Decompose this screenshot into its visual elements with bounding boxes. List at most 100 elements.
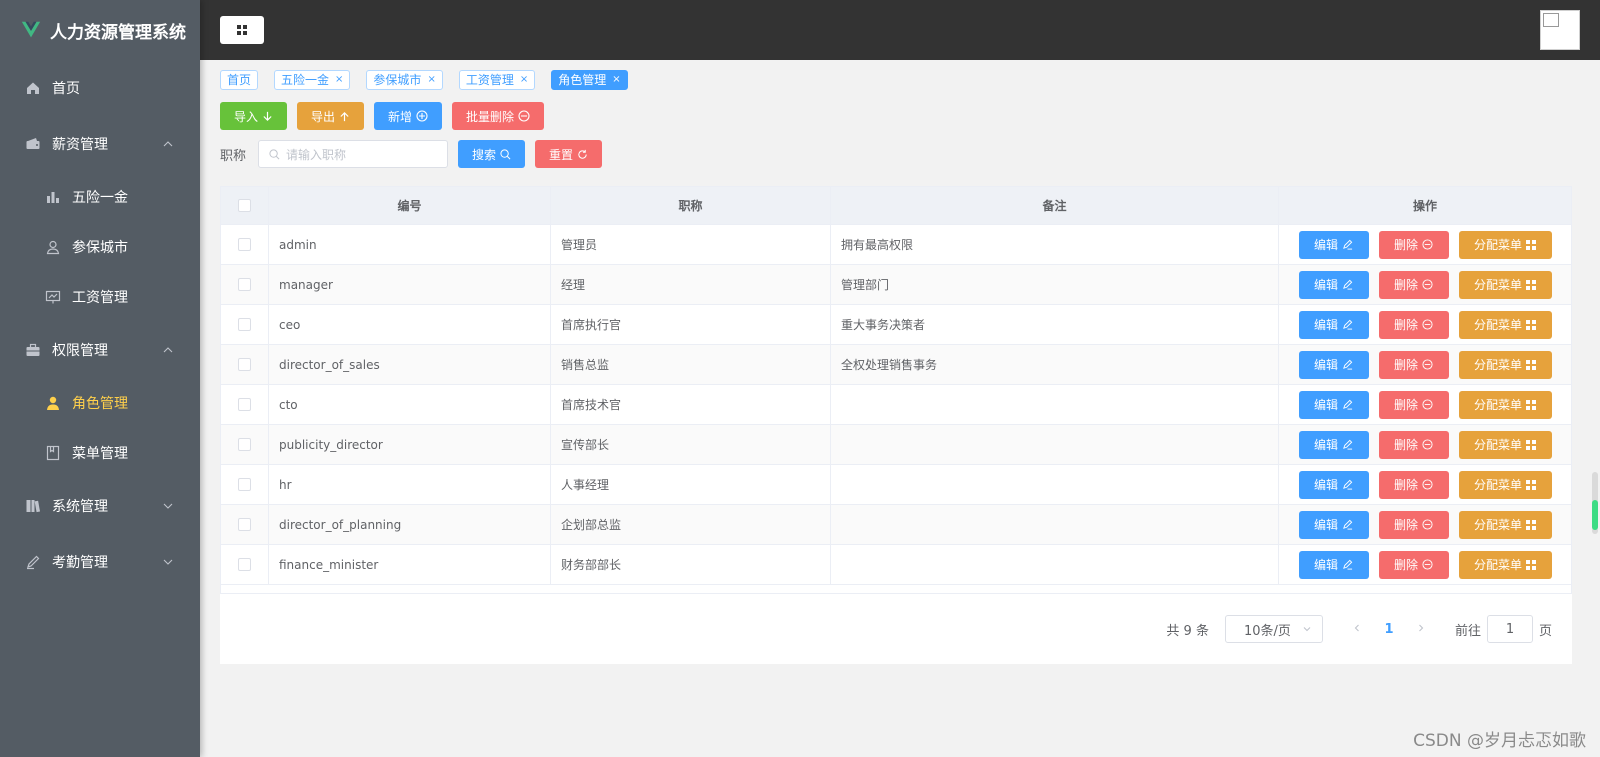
delete-button[interactable]: 删除 <box>1378 390 1449 419</box>
export-button[interactable]: 导出 <box>297 102 365 130</box>
sidebar-item-label: 系统管理 <box>52 499 108 515</box>
next-page-button[interactable] <box>1407 622 1435 637</box>
cell-ops: 编辑 删除 分配菜单 <box>1279 385 1571 424</box>
edit-button-label: 编辑 <box>1313 398 1338 412</box>
assign-menu-button[interactable]: 分配菜单 <box>1458 310 1552 339</box>
sidebar-item[interactable]: 系统管理 <box>0 478 200 534</box>
user-outline-icon <box>44 238 62 256</box>
sidebar-item[interactable]: 考勤管理 <box>0 534 200 590</box>
assign-menu-button[interactable]: 分配菜单 <box>1458 430 1552 459</box>
assign-menu-button[interactable]: 分配菜单 <box>1458 470 1552 499</box>
sidebar-item[interactable]: 五险一金 <box>0 172 200 222</box>
edit-icon <box>1343 559 1353 570</box>
wallet-icon <box>24 135 42 153</box>
delete-button[interactable]: 删除 <box>1378 230 1449 259</box>
close-icon[interactable]: × <box>520 71 528 89</box>
edit-button[interactable]: 编辑 <box>1298 310 1369 339</box>
search-icon <box>500 148 511 159</box>
edit-icon <box>1343 399 1353 410</box>
page-size-select[interactable]: 10条/页 <box>1224 615 1323 643</box>
add-button[interactable]: 新增 <box>374 102 443 130</box>
delete-button[interactable]: 删除 <box>1378 270 1449 299</box>
tag-label: 首页 <box>227 73 252 87</box>
tag-item[interactable]: 角色管理 × <box>551 70 628 90</box>
collapse-sidebar-button[interactable] <box>220 16 264 44</box>
tag-item[interactable]: 参保城市 × <box>366 70 443 90</box>
delete-button[interactable]: 删除 <box>1378 470 1449 499</box>
assign-menu-button[interactable]: 分配菜单 <box>1458 270 1552 299</box>
sidebar-item[interactable]: 工资管理 <box>0 272 200 322</box>
row-checkbox[interactable] <box>238 358 251 371</box>
assign-menu-button-label: 分配菜单 <box>1473 358 1522 372</box>
edit-button[interactable]: 编辑 <box>1298 430 1369 459</box>
edit-button[interactable]: 编辑 <box>1298 550 1369 579</box>
search-button[interactable]: 搜索 <box>458 140 526 168</box>
search-button-label: 搜索 <box>472 147 497 162</box>
page-scrollbar[interactable] <box>1592 472 1598 534</box>
edit-button[interactable]: 编辑 <box>1298 230 1369 259</box>
tag-label: 工资管理 <box>465 73 514 87</box>
row-checkbox[interactable] <box>238 558 251 571</box>
edit-button[interactable]: 编辑 <box>1298 510 1369 539</box>
title-search-input[interactable]: 请输入职称 <box>258 140 449 168</box>
assign-menu-button[interactable]: 分配菜单 <box>1458 350 1552 379</box>
row-checkbox[interactable] <box>238 238 251 251</box>
tag-item[interactable]: 五险一金 × <box>274 70 351 90</box>
edit-button[interactable]: 编辑 <box>1298 350 1369 379</box>
row-checkbox[interactable] <box>238 278 251 291</box>
prev-page-button[interactable] <box>1343 622 1371 637</box>
sidebar-item[interactable]: 权限管理 <box>0 322 200 378</box>
user-avatar[interactable] <box>1540 10 1580 50</box>
row-checkbox[interactable] <box>238 438 251 451</box>
row-checkbox[interactable] <box>238 518 251 531</box>
page-number-current[interactable]: 1 <box>1371 622 1407 637</box>
delete-button-label: 删除 <box>1393 238 1418 252</box>
row-select-cell <box>221 465 269 504</box>
sidebar-item-label: 首页 <box>52 81 80 97</box>
sidebar-item[interactable]: 角色管理 <box>0 378 200 428</box>
assign-menu-button[interactable]: 分配菜单 <box>1458 510 1552 539</box>
row-checkbox[interactable] <box>238 318 251 331</box>
edit-button[interactable]: 编辑 <box>1298 270 1369 299</box>
assign-menu-button[interactable]: 分配菜单 <box>1458 390 1552 419</box>
row-checkbox[interactable] <box>238 398 251 411</box>
close-icon[interactable]: × <box>612 71 620 89</box>
edit-button[interactable]: 编辑 <box>1298 470 1369 499</box>
scrollbar-thumb[interactable] <box>1592 500 1598 530</box>
goto-page-input[interactable]: 1 <box>1486 615 1533 643</box>
edit-button[interactable]: 编辑 <box>1298 390 1369 419</box>
delete-button[interactable]: 删除 <box>1378 550 1449 579</box>
sidebar-item[interactable]: 首页 <box>0 60 200 116</box>
circle-minus-icon <box>1422 359 1433 370</box>
select-all-checkbox[interactable] <box>238 199 251 212</box>
delete-button[interactable]: 删除 <box>1378 510 1449 539</box>
assign-menu-button-label: 分配菜单 <box>1473 238 1522 252</box>
delete-button[interactable]: 删除 <box>1378 310 1449 339</box>
tag-item[interactable]: 工资管理 × <box>458 70 536 90</box>
close-icon[interactable]: × <box>427 71 435 89</box>
toolbar: 导入 导出 新增 批量删除 <box>220 102 1580 130</box>
assign-menu-button[interactable]: 分配菜单 <box>1458 230 1552 259</box>
reset-button[interactable]: 重置 <box>535 140 603 168</box>
top-header <box>200 0 1600 60</box>
chevron-down-icon <box>163 559 173 565</box>
tag-item[interactable]: 首页 <box>220 70 259 90</box>
close-icon[interactable]: × <box>335 71 343 89</box>
sidebar-item[interactable]: 参保城市 <box>0 222 200 272</box>
import-button[interactable]: 导入 <box>220 102 288 130</box>
batch-delete-button[interactable]: 批量删除 <box>452 102 545 130</box>
assign-menu-button[interactable]: 分配菜单 <box>1458 550 1552 579</box>
assign-menu-button-label: 分配菜单 <box>1473 278 1522 292</box>
delete-button-label: 删除 <box>1393 478 1418 492</box>
cell-note <box>831 465 1279 504</box>
sidebar-item[interactable]: 薪资管理 <box>0 116 200 172</box>
cell-id: admin <box>269 225 551 264</box>
table-row: publicity_director 宣传部长 编辑 删除 分配菜单 <box>221 425 1571 465</box>
delete-button[interactable]: 删除 <box>1378 430 1449 459</box>
row-checkbox[interactable] <box>238 478 251 491</box>
circle-minus-icon <box>1422 439 1433 450</box>
sidebar-item[interactable]: 菜单管理 <box>0 428 200 478</box>
sidebar-item-label: 薪资管理 <box>52 137 108 153</box>
edit-button-label: 编辑 <box>1313 358 1338 372</box>
delete-button[interactable]: 删除 <box>1378 350 1449 379</box>
